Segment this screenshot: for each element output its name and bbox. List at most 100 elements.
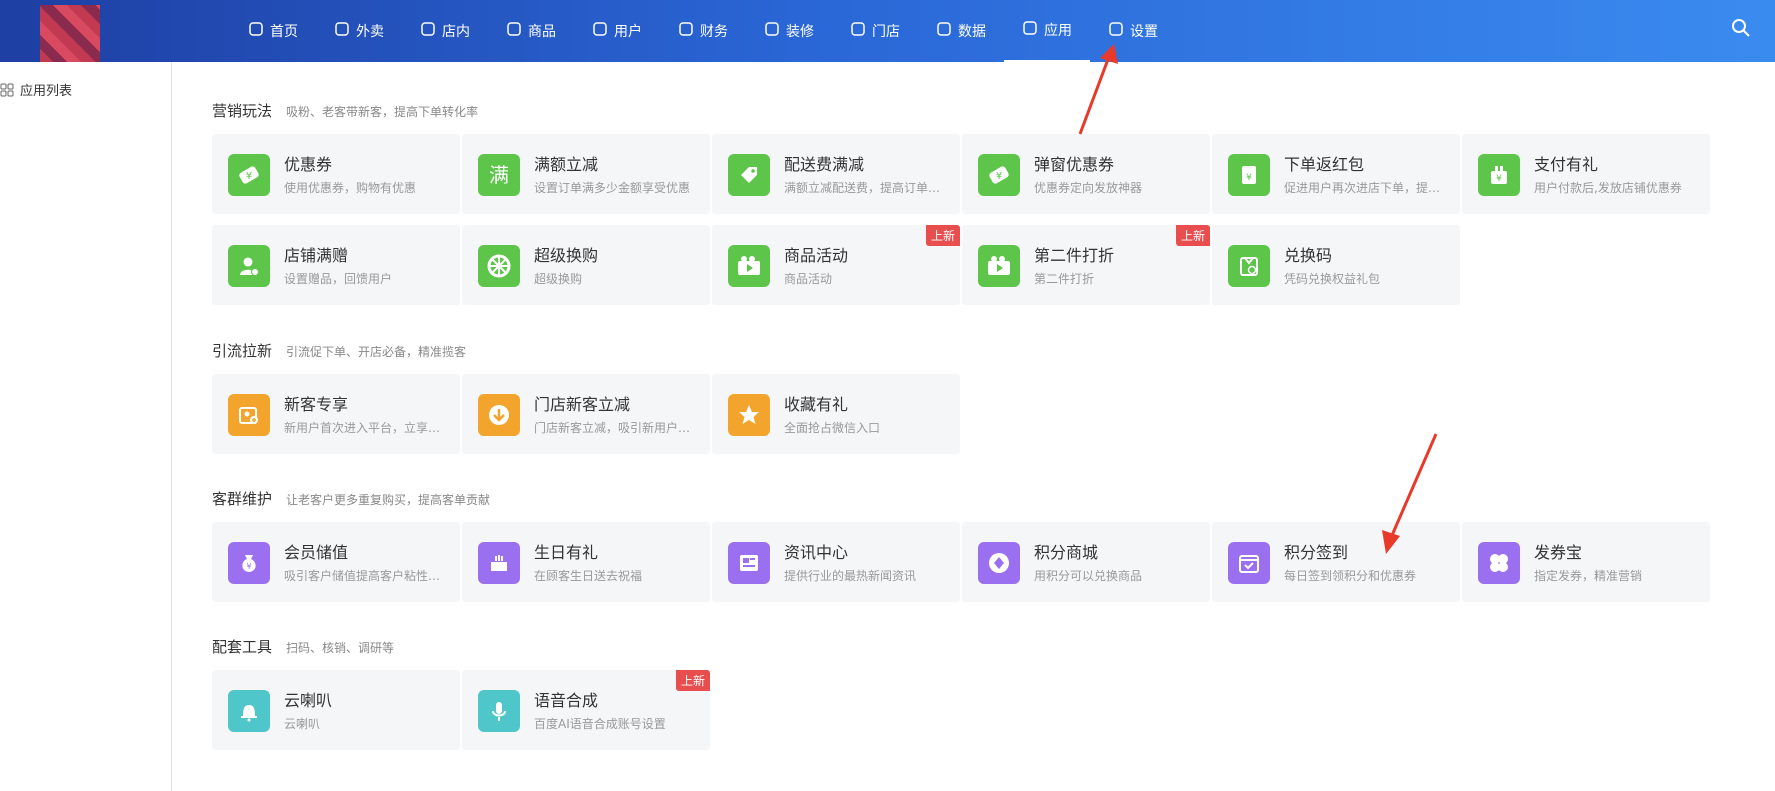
- app-card[interactable]: ¥ 下单返红包 促进用户再次进店下单，提…: [1212, 134, 1460, 214]
- nav-item[interactable]: 财务: [660, 0, 746, 62]
- app-card-title: 积分商城: [1034, 543, 1099, 562]
- app-card[interactable]: 语音合成 百度AI语音合成账号设置 上新: [462, 670, 710, 750]
- home-icon: [248, 21, 264, 41]
- app-card[interactable]: 配送费满减 满额立减配送费，提高订单…: [712, 134, 960, 214]
- app-card[interactable]: 商品活动 商品活动 上新: [712, 225, 960, 305]
- app-card[interactable]: 收藏有礼全面抢占微信入口: [712, 374, 960, 454]
- sidebar-item-app-list[interactable]: 应用列表: [0, 80, 72, 99]
- app-card-title: 满额立减: [534, 155, 599, 174]
- app-card-title: 资讯中心: [784, 543, 849, 562]
- app-card[interactable]: ¥ 弹窗优惠券优惠券定向发放神器: [962, 134, 1210, 214]
- section-title: 配套工具: [212, 638, 273, 656]
- bell-icon: [228, 690, 270, 732]
- nav-item-label: 数据: [958, 24, 986, 40]
- app-card[interactable]: 发券宝 指定发券，精准营销: [1462, 522, 1710, 602]
- nav-item-label: 外卖: [356, 24, 384, 40]
- app-card-description: 吸引客户储值提高客户粘性…: [284, 569, 441, 583]
- app-card-description: 全面抢占微信入口: [784, 421, 881, 435]
- app-card-title: 积分签到: [1284, 543, 1349, 562]
- app-card[interactable]: ¥ 支付有礼 用户付款后,发放店铺优惠券: [1462, 134, 1710, 214]
- app-card[interactable]: 新客专享 新用户首次进入平台，立享…: [212, 374, 460, 454]
- app-card[interactable]: 超级换购 超级换购: [462, 225, 710, 305]
- sidebar-item-label: 应用列表: [20, 84, 73, 99]
- section-header: 引流拉新 引流促下单、开店必备，精准揽客: [212, 340, 466, 361]
- nav-item[interactable]: 商品: [488, 0, 574, 62]
- nav-item[interactable]: 装修: [746, 0, 832, 62]
- app-card[interactable]: 满 满额立减设置订单满多少金额享受优惠: [462, 134, 710, 214]
- app-card[interactable]: 积分商城 用积分可以兑换商品: [962, 522, 1210, 602]
- chart-icon: [936, 21, 952, 41]
- apps-icon: [0, 83, 14, 96]
- money-bag-icon: ¥: [228, 542, 270, 584]
- user-add-icon: [228, 245, 270, 287]
- download-icon: [478, 394, 520, 436]
- nav-item[interactable]: 外卖: [316, 0, 402, 62]
- svg-text:¥: ¥: [246, 562, 251, 571]
- app-card[interactable]: 生日有礼 在顾客生日送去祝福: [462, 522, 710, 602]
- app-card[interactable]: 店铺满赠 设置赠品，回馈用户: [212, 225, 460, 305]
- nav-item-label: 店内: [442, 24, 470, 40]
- red-packet-icon: ¥: [1228, 154, 1270, 196]
- app-card-title: 超级换购: [534, 246, 599, 265]
- app-card-description: 促进用户再次进店下单，提…: [1284, 181, 1441, 195]
- gear-icon: [1108, 21, 1124, 41]
- app-card[interactable]: 门店新客立减 门店新客立减，吸引新用户…: [462, 374, 710, 454]
- app-card-description: 提供行业的最热新闻资讯: [784, 569, 917, 583]
- brand-logo[interactable]: [40, 5, 100, 63]
- app-card[interactable]: 资讯中心提供行业的最热新闻资讯: [712, 522, 960, 602]
- annotation-arrow-checkin: [1382, 433, 1438, 554]
- annotation-arrow-nav: [1078, 44, 1118, 135]
- app-card-description: 指定发券，精准营销: [1534, 569, 1643, 583]
- clover-icon: [1478, 542, 1520, 584]
- app-card-title: 生日有礼: [534, 543, 599, 562]
- app-card[interactable]: 云喇叭 云喇叭: [212, 670, 460, 750]
- app-card-description: 门店新客立减，吸引新用户…: [534, 421, 691, 435]
- nav-item-label: 商品: [528, 24, 556, 40]
- app-card[interactable]: ¥ 会员储值 吸引客户储值提高客户粘性…: [212, 522, 460, 602]
- scooter-icon: [334, 21, 350, 41]
- section-title: 客群维护: [212, 490, 273, 508]
- search-icon[interactable]: [1731, 18, 1755, 42]
- app-card-title: 弹窗优惠券: [1034, 155, 1115, 174]
- app-card-title: 兑换码: [1284, 246, 1333, 265]
- app-card-description: 云喇叭: [284, 717, 321, 731]
- app-card-description: 商品活动: [784, 272, 833, 286]
- app-card[interactable]: 第二件打折 第二件打折 上新: [962, 225, 1210, 305]
- nav-item[interactable]: 首页: [230, 0, 316, 62]
- app-card-title: 新客专享: [284, 395, 349, 414]
- sidebar: 应用列表: [0, 62, 172, 791]
- app-card-description: 设置赠品，回馈用户: [284, 272, 393, 286]
- star-icon: [728, 394, 770, 436]
- redeem-icon: [1228, 245, 1270, 287]
- nav-item[interactable]: 门店: [832, 0, 918, 62]
- nav-item[interactable]: 数据: [918, 0, 1004, 62]
- cake-icon: [478, 542, 520, 584]
- section-subtitle: 吸粉、老客带新客，提高下单转化率: [286, 105, 479, 119]
- app-card-title: 支付有礼: [1534, 155, 1599, 174]
- coupon-icon: ¥: [978, 154, 1020, 196]
- app-card-description: 满额立减配送费，提高订单…: [784, 181, 941, 195]
- nav-item[interactable]: 用户: [574, 0, 660, 62]
- top-navigation-bar: 首页 外卖 店内 商品 用户 财务 装修 门店 数据 应用 设置: [0, 0, 1775, 63]
- new-user-icon: [228, 394, 270, 436]
- nav-item[interactable]: 店内: [402, 0, 488, 62]
- svg-text:¥: ¥: [1246, 173, 1252, 183]
- app-card-description: 设置订单满多少金额享受优惠: [534, 181, 691, 195]
- tag-icon: [728, 154, 770, 196]
- wheel-icon: [478, 245, 520, 287]
- svg-text:¥: ¥: [246, 171, 252, 182]
- man-char-icon: 满: [478, 154, 520, 196]
- app-card-description: 百度AI语音合成账号设置: [534, 717, 666, 731]
- nav-item-label: 用户: [614, 24, 642, 40]
- gift-icon: ¥: [1478, 154, 1520, 196]
- coupon-icon: ¥: [228, 154, 270, 196]
- user-icon: [592, 21, 608, 41]
- nav-item-label: 首页: [270, 24, 298, 40]
- app-card[interactable]: ¥ 优惠券 使用优惠券，购物有优惠: [212, 134, 460, 214]
- diamond-icon: [978, 542, 1020, 584]
- app-card[interactable]: 兑换码 凭码兑换权益礼包: [1212, 225, 1460, 305]
- app-card-description: 优惠券定向发放神器: [1034, 181, 1143, 195]
- shop-icon: [850, 21, 866, 41]
- new-badge: 上新: [925, 225, 960, 246]
- app-card-title: 收藏有礼: [784, 395, 849, 414]
